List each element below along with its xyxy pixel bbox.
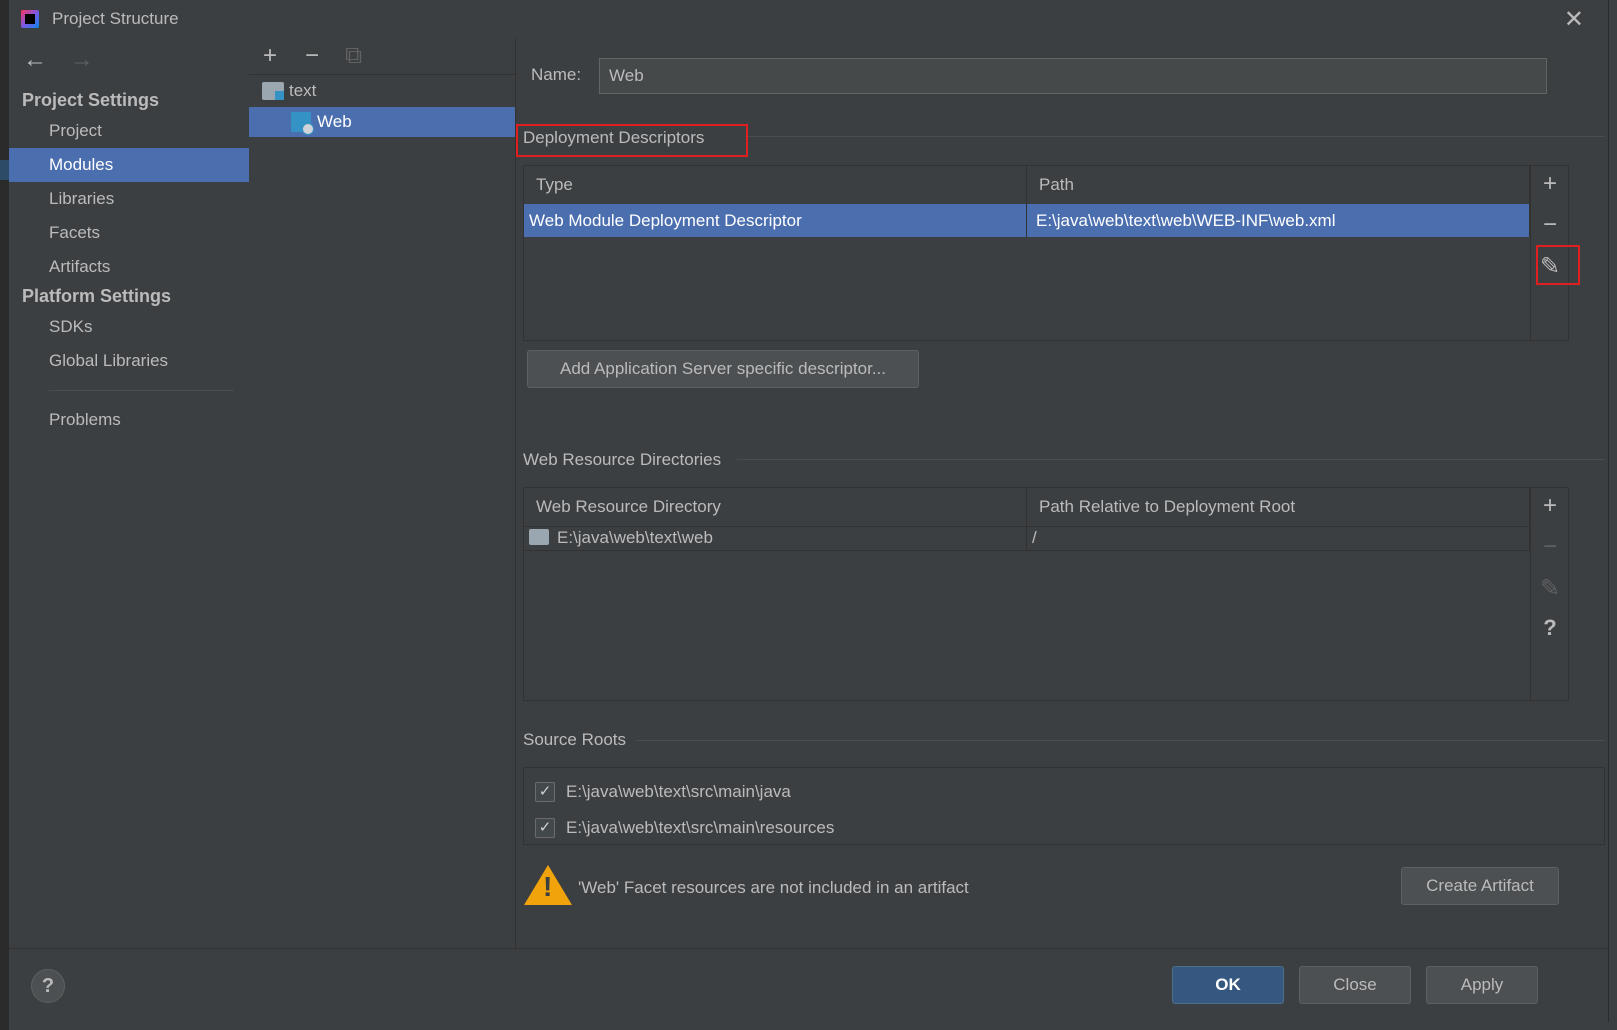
tree-node-text[interactable]: text bbox=[249, 76, 515, 106]
facet-name-input[interactable] bbox=[599, 58, 1547, 94]
table-row[interactable]: Web Module Deployment Descriptor E:\java… bbox=[524, 204, 1530, 237]
edit-resource-icon[interactable]: ✎ bbox=[1531, 574, 1569, 603]
column-header-relative-path[interactable]: Path Relative to Deployment Root bbox=[1027, 488, 1530, 526]
warning-icon bbox=[524, 865, 572, 905]
window-title: Project Structure bbox=[52, 9, 179, 28]
group-divider bbox=[637, 740, 1605, 741]
module-tree-panel: + − ⧉ text Web bbox=[249, 38, 516, 948]
web-facet-icon bbox=[291, 112, 314, 135]
sidebar-item-facets[interactable]: Facets bbox=[9, 216, 249, 250]
source-root-label-0: E:\java\web\text\src\main\java bbox=[566, 782, 791, 801]
add-server-descriptor-button[interactable]: Add Application Server specific descript… bbox=[527, 350, 919, 388]
table-header: Type Path bbox=[524, 166, 1530, 205]
source-root-checkbox-0[interactable]: ✓ bbox=[535, 782, 555, 802]
create-artifact-button[interactable]: Create Artifact bbox=[1401, 867, 1559, 905]
facet-settings-panel: Name: Deployment Descriptors Type Path W… bbox=[515, 38, 1608, 948]
close-button[interactable]: Close bbox=[1299, 966, 1411, 1004]
tree-toolbar: + − ⧉ bbox=[249, 38, 515, 75]
source-root-label-1: E:\java\web\text\src\main\resources bbox=[566, 818, 835, 837]
help-resource-icon[interactable]: ? bbox=[1531, 615, 1569, 641]
platform-settings-heading: Platform Settings bbox=[22, 286, 172, 306]
artifact-warning-text: 'Web' Facet resources are not included i… bbox=[578, 878, 969, 897]
remove-resource-icon[interactable]: − bbox=[1531, 533, 1569, 561]
web-resource-table-toolbar: + − ✎ ? bbox=[1530, 488, 1568, 700]
column-header-path[interactable]: Path bbox=[1027, 166, 1530, 204]
web-resource-dir-label: E:\java\web\text\web bbox=[557, 528, 713, 547]
tree-node-label: Web bbox=[317, 112, 352, 131]
sidebar-item-global-libraries[interactable]: Global Libraries bbox=[9, 344, 249, 378]
background-window-edge bbox=[0, 0, 9, 1030]
web-resource-table: Web Resource Directory Path Relative to … bbox=[523, 487, 1569, 701]
web-resource-dir-cell: E:\java\web\text\web bbox=[524, 526, 1027, 550]
ok-button[interactable]: OK bbox=[1172, 966, 1284, 1004]
close-icon[interactable]: ✕ bbox=[1564, 5, 1584, 34]
highlight-box-deployment bbox=[516, 124, 748, 157]
source-root-checkbox-1[interactable]: ✓ bbox=[535, 818, 555, 838]
sidebar-item-libraries[interactable]: Libraries bbox=[9, 182, 249, 216]
nav-arrows: ← → bbox=[23, 46, 110, 74]
tree-node-label: text bbox=[289, 81, 317, 100]
name-label: Name: bbox=[531, 65, 582, 84]
sidebar-item-project[interactable]: Project bbox=[9, 114, 249, 148]
column-header-web-resource-directory[interactable]: Web Resource Directory bbox=[524, 488, 1027, 526]
remove-descriptor-icon[interactable]: − bbox=[1531, 211, 1569, 239]
add-module-icon[interactable]: + bbox=[263, 42, 277, 70]
group-divider bbox=[737, 459, 1605, 460]
source-roots-heading: Source Roots bbox=[523, 730, 634, 750]
table-header: Web Resource Directory Path Relative to … bbox=[524, 488, 1530, 527]
title-bar: Project Structure ✕ bbox=[9, 0, 1608, 38]
copy-module-icon[interactable]: ⧉ bbox=[345, 42, 362, 70]
deployment-descriptors-table: Type Path Web Module Deployment Descript… bbox=[523, 165, 1569, 341]
sidebar-item-artifacts[interactable]: Artifacts bbox=[9, 250, 249, 284]
remove-module-icon[interactable]: − bbox=[305, 42, 319, 70]
back-arrow-icon[interactable]: ← bbox=[23, 46, 47, 73]
relative-path-cell: / bbox=[1027, 526, 1530, 550]
add-resource-icon[interactable]: + bbox=[1531, 492, 1569, 520]
sidebar-item-problems[interactable]: Problems bbox=[9, 403, 249, 437]
highlight-box-edit bbox=[1536, 245, 1580, 285]
project-settings-heading: Project Settings bbox=[22, 90, 160, 110]
group-divider bbox=[745, 136, 1605, 137]
edge-selection-marker bbox=[0, 160, 9, 180]
dialog-footer: ? OK Close Apply bbox=[9, 948, 1608, 1023]
apply-button[interactable]: Apply bbox=[1426, 966, 1538, 1004]
project-structure-dialog: Project Structure ✕ ← → Project Settings… bbox=[9, 0, 1609, 1023]
web-folder-icon bbox=[529, 529, 549, 545]
sidebar-item-sdks[interactable]: SDKs bbox=[9, 310, 249, 344]
sidebar-item-modules[interactable]: Modules bbox=[9, 148, 249, 182]
descriptor-path-cell: E:\java\web\text\web\WEB-INF\web.xml bbox=[1027, 204, 1530, 237]
column-header-type[interactable]: Type bbox=[524, 166, 1027, 204]
help-button[interactable]: ? bbox=[31, 969, 65, 1003]
intellij-logo-icon bbox=[21, 10, 39, 28]
forward-arrow-icon[interactable]: → bbox=[70, 46, 94, 73]
settings-sidebar: ← → Project Settings Project Modules Lib… bbox=[9, 38, 250, 948]
sidebar-divider bbox=[49, 390, 234, 391]
web-resource-directories-heading: Web Resource Directories bbox=[523, 450, 730, 470]
table-row[interactable]: E:\java\web\text\web / bbox=[524, 526, 1530, 551]
module-folder-icon bbox=[262, 82, 284, 100]
source-roots-list: ✓ E:\java\web\text\src\main\java ✓ E:\ja… bbox=[523, 767, 1605, 845]
add-descriptor-icon[interactable]: + bbox=[1531, 170, 1569, 198]
descriptor-type-cell: Web Module Deployment Descriptor bbox=[524, 204, 1027, 237]
tree-node-web[interactable]: Web bbox=[249, 107, 515, 137]
